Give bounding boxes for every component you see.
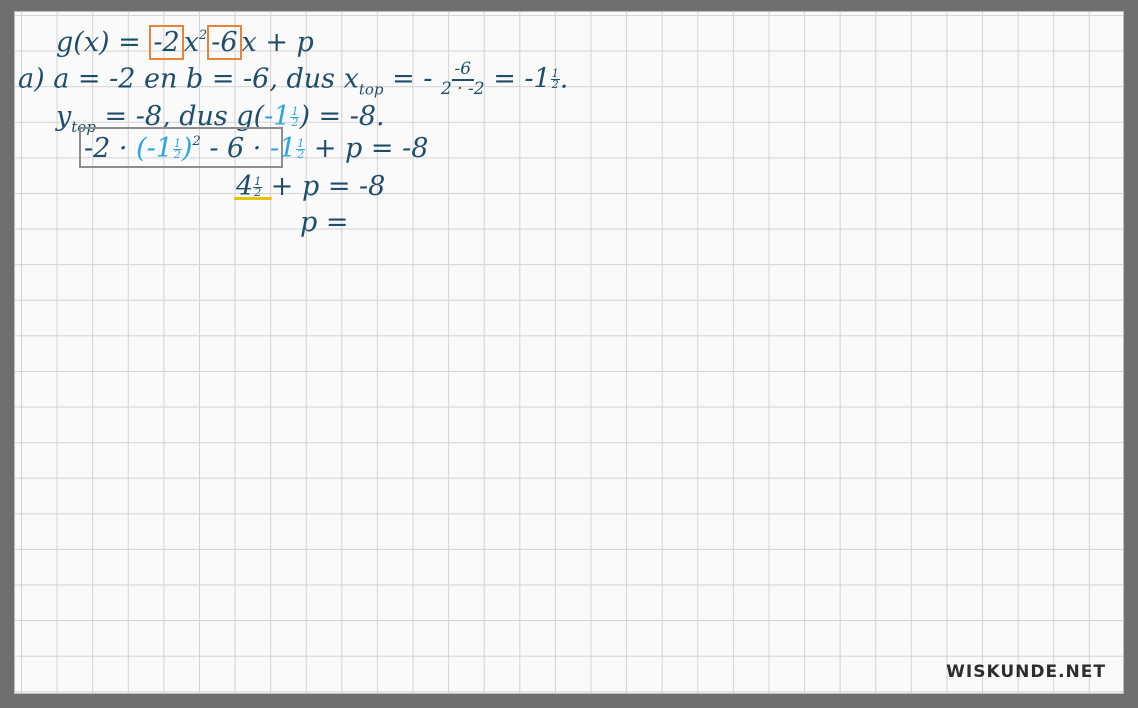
top-subscript: top [358, 80, 384, 99]
sub-neg-group: -1 1 2 [269, 133, 306, 164]
sub-coef: -2 · [84, 133, 137, 164]
x-variable: x [183, 27, 199, 58]
arg-den: 2 [291, 116, 299, 129]
p-equals: p = [300, 207, 349, 238]
fraction-denominator: 2 · -2 [441, 78, 485, 99]
sub-paren-close: ) [181, 133, 193, 164]
half-fraction: 12 [550, 68, 560, 92]
function-definition: g(x) = -2 x2 -6 x + p [56, 25, 314, 60]
sub-paren-open: (-1 [136, 133, 173, 164]
sub-paren-group: (-1 1 2) [136, 133, 192, 164]
xtop-result: = -1 [484, 63, 551, 95]
fraction-numerator: -6 [451, 60, 475, 81]
yellow-underline [234, 197, 272, 200]
sub-neg-fraction: 12 [296, 137, 306, 161]
sub-mid: - 6 · [200, 133, 270, 164]
whiteboard-grid: g(x) = -2 x2 -6 x + p a) a = -2 en b = -6, … [14, 11, 1124, 694]
sub-exponent: 2 [192, 134, 201, 149]
step-a-xtop: a) a = -2 en b = -6, dus xtop = - -6 2 · … [18, 60, 569, 99]
coefficient-b-box: -6 [207, 25, 242, 60]
ytop-close: ) = -8. [299, 101, 385, 132]
part-label: a) [18, 63, 45, 95]
simplified-rest: + p = -8 [262, 171, 386, 202]
wiskunde-logo: WISKUNDE.NET [946, 662, 1106, 682]
sub-paren-fraction: 12 [172, 137, 182, 161]
sub-neg: -1 [269, 133, 297, 164]
xtop-end: . [559, 63, 569, 95]
p-equals-line: p = [300, 209, 349, 236]
y-variable: y [56, 101, 72, 132]
sub-rest: + p = -8 [305, 133, 429, 164]
sub-nd: 2 [297, 148, 305, 161]
coefficient-a-box: -2 [149, 25, 184, 60]
exponent: 2 [198, 28, 208, 43]
function-lhs: g(x) = [56, 27, 150, 58]
xtop-eq: = - [383, 63, 433, 95]
sub-pd: 2 [173, 148, 181, 161]
half-den: 2 [551, 78, 559, 92]
xtop-text: a = -2 en b = -6, dus x [53, 63, 359, 95]
substitution-line: -2 · (-1 1 2)2 - 6 · -1 1 2 + p = -8 [84, 135, 428, 162]
simplified-fraction: 12 [253, 175, 263, 199]
simplified-line: 412 + p = -8 [236, 173, 385, 200]
xtop-fraction: -6 2 · -2 [441, 60, 485, 99]
function-rest: x + p [241, 27, 314, 58]
